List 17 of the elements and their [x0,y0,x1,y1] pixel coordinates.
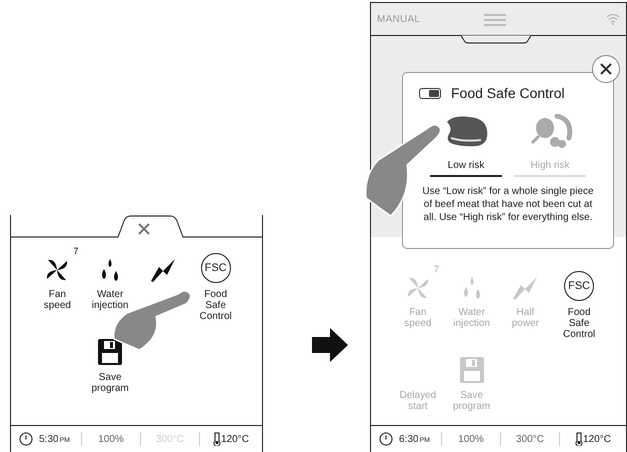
core-temperature-text: 120°C [221,432,249,446]
option-label[interactable]: Water injection [89,289,132,311]
option-label[interactable]: Save program [89,372,132,394]
dialog-description: Use “Low risk” for a whole single piece of beef meat that have not been cut at all. Use “High risk” for everything else. [421,185,595,224]
power-text: 100% [97,432,125,446]
core-temperature-text: 120°C [583,432,611,446]
power-text: 100% [457,432,485,446]
fan-speed-value: 7 [434,263,439,276]
fsc-badge: FSC [564,271,594,301]
fan-speed-value: 7 [73,245,78,258]
fsc-badge: FSC [200,253,231,283]
dialog-title: Food Safe Control [451,84,565,103]
option-label[interactable]: Food Safe Control [194,289,237,322]
option-label[interactable]: Fan speed [36,289,78,311]
temperature-text: 300°C [515,432,545,446]
mode-text: MANUAL [377,12,420,26]
option-label[interactable]: Food Safe Control [558,307,600,340]
